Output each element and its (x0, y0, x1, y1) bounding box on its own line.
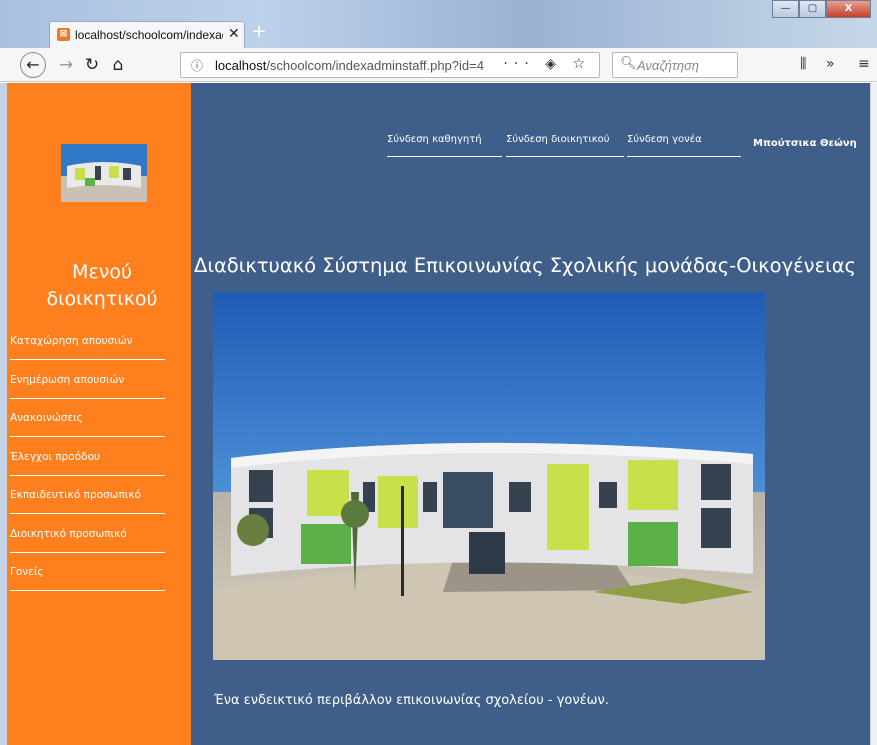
window-titlebar: ⊠ localhost/schoolcom/indexadm ✕ + — ▢ X (0, 0, 877, 48)
sidebar: Μενού διοικητικού Καταχώρηση απουσιών Εν… (7, 83, 191, 745)
page-title: Διαδικτυακό Σύστημα Επικοινωνίας Σχολική… (194, 254, 857, 277)
reload-button[interactable]: ↻ (80, 53, 104, 77)
search-bar[interactable]: 🔍︎ Αναζήτηση (612, 52, 738, 78)
page-viewport: Μενού διοικητικού Καταχώρηση απουσιών Εν… (7, 83, 870, 745)
url-text[interactable]: localhost/schoolcom/indexadminstaff.php?… (215, 58, 484, 73)
overflow-chevron-icon[interactable]: » (826, 56, 835, 72)
nav-teacher-login[interactable]: Σύνδεση καθηγητή (387, 134, 502, 157)
navigation-toolbar: ← → ↻ ⌂ ⓘ localhost/schoolcom/indexadmin… (0, 48, 877, 82)
nav-admin-login[interactable]: Σύνδεση διοικητικού (506, 134, 624, 157)
close-window-button[interactable]: X (826, 0, 871, 18)
browser-tab[interactable]: ⊠ localhost/schoolcom/indexadm ✕ (49, 21, 245, 48)
sidebar-item-admin-staff[interactable]: Διοικητικό προσωπικό (10, 519, 177, 558)
school-thumbnail-image (61, 144, 147, 202)
sidebar-item-teaching-staff[interactable]: Εκπαιδευτικό προσωπικό (10, 480, 177, 519)
sidebar-item-parents[interactable]: Γονείς (10, 557, 177, 596)
page-actions-icon[interactable]: ··· ◈ ☆ (503, 56, 591, 72)
home-button[interactable]: ⌂ (106, 53, 130, 77)
sidebar-item-update-absences[interactable]: Ενημέρωση απουσιών (10, 365, 177, 404)
nav-parent-login[interactable]: Σύνδεση γονέα (627, 134, 741, 157)
page-caption: Ένα ενδεικτικό περιβάλλον επικοινωνίας σ… (214, 693, 609, 708)
search-icon: 🔍︎ (620, 56, 637, 71)
logged-in-user-name[interactable]: Μπούτσικα Θεώνη (753, 138, 857, 149)
info-icon[interactable]: ⓘ (191, 57, 203, 74)
sidebar-title: Μενού διοικητικού (46, 261, 158, 310)
scrollbar[interactable] (870, 83, 877, 745)
search-placeholder: Αναζήτηση (637, 58, 699, 73)
sidebar-item-register-absences[interactable]: Καταχώρηση απουσιών (10, 326, 177, 365)
minimize-button[interactable]: — (772, 0, 799, 18)
xampp-favicon-icon: ⊠ (57, 28, 70, 41)
forward-button[interactable]: → (54, 53, 78, 77)
window-controls: — ▢ X (772, 0, 871, 20)
sidebar-menu: Καταχώρηση απουσιών Ενημέρωση απουσιών Α… (7, 326, 177, 596)
tab-title: localhost/schoolcom/indexadm (75, 28, 223, 42)
menu-icon[interactable]: ≡ (858, 56, 870, 72)
sidebar-item-announcements[interactable]: Ανακοινώσεις (10, 403, 177, 442)
tab-close-icon[interactable]: ✕ (228, 26, 240, 42)
window-frame-left (0, 83, 7, 745)
url-bar[interactable]: ⓘ localhost/schoolcom/indexadminstaff.ph… (180, 52, 600, 78)
sidebar-item-progress-reports[interactable]: Έλεγχοι προόδου (10, 442, 177, 481)
school-building-image (213, 292, 765, 660)
new-tab-button[interactable]: + (250, 21, 268, 43)
library-icon[interactable]: ⫼ (800, 56, 806, 72)
back-button[interactable]: ← (20, 52, 46, 78)
maximize-button[interactable]: ▢ (799, 0, 826, 18)
